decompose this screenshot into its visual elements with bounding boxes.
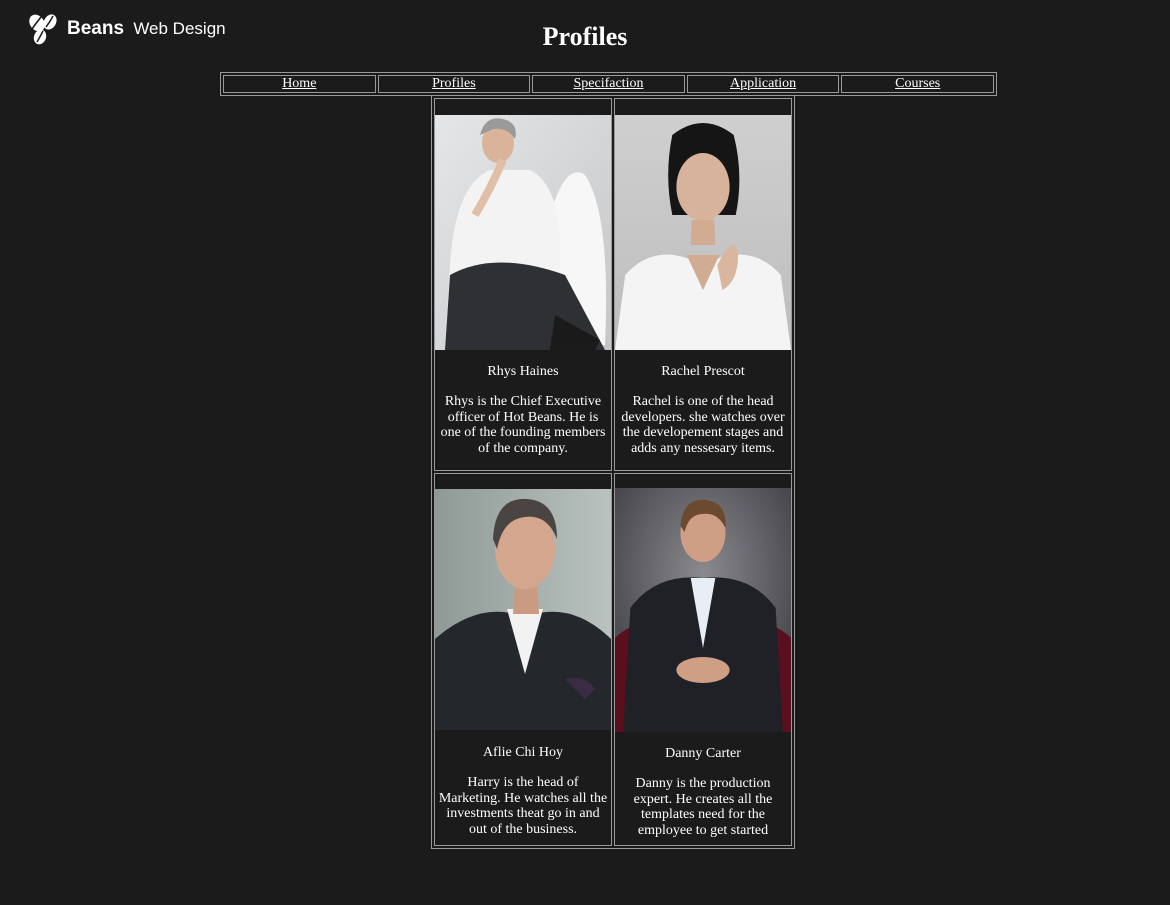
- nav-link-specifaction[interactable]: Specifaction: [573, 76, 643, 91]
- profile-name: Aflie Chi Hoy: [482, 745, 564, 760]
- profile-photo: [435, 115, 611, 350]
- profile-bio: Danny is the production expert. He creat…: [633, 776, 773, 838]
- profile-photo: [435, 489, 611, 730]
- profile-card: Rachel Prescot Rachel is one of the head…: [614, 98, 792, 471]
- nav-cell-courses: Courses: [841, 75, 994, 93]
- profile-bio: Rhys is the Chief Executive officer of H…: [440, 394, 606, 456]
- profile-card: Rhys Haines Rhys is the Chief Executive …: [434, 98, 612, 471]
- profile-photo: [615, 115, 791, 350]
- profile-bio: Harry is the head of Marketing. He watch…: [438, 775, 608, 837]
- profiles-grid: Rhys Haines Rhys is the Chief Executive …: [431, 95, 795, 849]
- nav-link-profiles[interactable]: Profiles: [432, 76, 476, 91]
- nav-cell-profiles: Profiles: [377, 75, 531, 93]
- profile-card: Danny Carter Danny is the production exp…: [614, 473, 792, 846]
- profile-name: Rachel Prescot: [661, 364, 745, 379]
- nav-cell-specifaction: Specifaction: [532, 75, 685, 93]
- profile-card: Aflie Chi Hoy Harry is the head of Marke…: [434, 473, 612, 846]
- nav-link-home[interactable]: Home: [282, 76, 316, 91]
- page-title: Profiles: [542, 22, 628, 51]
- profile-photo: [615, 488, 791, 732]
- nav-cell-application: Application: [686, 75, 840, 93]
- profile-name: Danny Carter: [665, 746, 741, 761]
- nav-link-courses[interactable]: Courses: [895, 76, 940, 91]
- nav-link-application[interactable]: Application: [730, 76, 796, 91]
- profile-name: Rhys Haines: [487, 364, 559, 379]
- nav-cell-home: Home: [223, 75, 376, 93]
- nav-bar: Home Profiles Specifaction Application C…: [220, 72, 997, 96]
- profile-bio: Rachel is one of the head developers. sh…: [621, 394, 785, 456]
